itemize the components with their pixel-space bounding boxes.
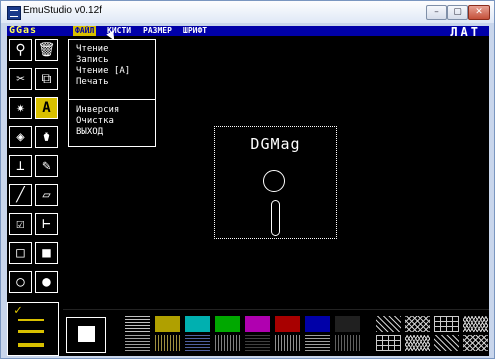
pattern-swatch-7[interactable] (305, 335, 330, 351)
menu-item-invert[interactable]: Инверсия (76, 106, 119, 115)
pattern-swatch-1[interactable] (125, 335, 150, 351)
magnifier-icon[interactable]: ⚲ (9, 39, 32, 61)
app-window: EmuStudio v0.12f – ▢ ✕ GGas ФАЙЛ КИСТИ Р… (0, 0, 495, 359)
color-swatch-3[interactable] (185, 316, 210, 332)
filled-circle-icon[interactable]: ● (35, 271, 58, 293)
title-bar: EmuStudio v0.12f – ▢ ✕ (1, 1, 494, 23)
disk-slot (271, 200, 280, 236)
disk-hub-circle (263, 170, 285, 192)
line-width-icon[interactable]: ⊢ (35, 213, 58, 235)
spray-icon[interactable]: ✷ (9, 97, 32, 119)
close-button[interactable]: ✕ (468, 5, 490, 20)
color-swatch-6[interactable] (275, 316, 300, 332)
color-swatch-5[interactable] (245, 316, 270, 332)
file-menu-dropdown: Чтение Запись Чтение [A] Печать Инверсия… (68, 39, 156, 147)
diagonal-pattern-icon-alt[interactable] (376, 335, 401, 351)
text-tool-icon[interactable]: A (35, 97, 58, 119)
language-indicator: ЛАТ (450, 26, 481, 39)
rectangle-icon[interactable]: □ (9, 242, 32, 264)
diagonal-pattern-icon[interactable] (376, 316, 401, 332)
eraser-icon[interactable]: ▱ (35, 184, 58, 206)
line-icon[interactable]: ╱ (9, 184, 32, 206)
color-swatch-7[interactable] (305, 316, 330, 332)
pattern-swatch-5[interactable] (245, 335, 270, 351)
menu-item-exit[interactable]: ВЫХОД (76, 128, 103, 137)
pattern-swatch-4[interactable] (215, 335, 240, 351)
toolbox: ✓ ⚲ 🗑 ✂ ⧉ ✷ A ◈ ⚱ ⊥ ✎ ╱ ▱ ☑ ⊢ □ ■ ○ ● (7, 38, 63, 356)
line-medium[interactable] (18, 330, 44, 333)
check-icon: ✓ (14, 303, 22, 318)
menu-item-read-a[interactable]: Чтение [A] (76, 67, 130, 76)
filled-rectangle-icon[interactable]: ■ (35, 242, 58, 264)
copy-icon[interactable]: ⧉ (35, 68, 58, 90)
menu-file[interactable]: ФАЙЛ (73, 26, 97, 36)
app-logo[interactable]: GGas (9, 26, 37, 36)
pattern-swatch-6[interactable] (275, 335, 300, 351)
brick-pattern-icon[interactable] (434, 316, 459, 332)
menu-item-clear[interactable]: Очистка (76, 117, 114, 126)
floppy-disk-drawing: DGMag (214, 126, 337, 239)
color-swatch-2[interactable] (155, 316, 180, 332)
scissors-icon[interactable]: ✂ (9, 68, 32, 90)
line-thin[interactable] (18, 319, 44, 321)
cross-pattern-icon-alt[interactable] (405, 335, 430, 351)
minimize-button[interactable]: – (426, 5, 447, 20)
color-swatch-4[interactable] (215, 316, 240, 332)
menu-size[interactable]: РАЗМЕР (143, 26, 172, 36)
brick-pattern-icon-alt[interactable] (434, 335, 459, 351)
stamp-icon[interactable]: ⊥ (9, 155, 32, 177)
trash-icon[interactable]: 🗑 (35, 39, 58, 61)
pattern-swatch-2[interactable] (155, 335, 180, 351)
color-swatch-1[interactable] (125, 316, 150, 332)
current-pattern-swatch (78, 326, 95, 342)
line-thick[interactable] (18, 343, 44, 347)
bottle-icon[interactable]: ⚱ (35, 126, 58, 148)
color-swatch-8[interactable] (335, 316, 360, 332)
menu-separator (69, 99, 155, 100)
window-title: EmuStudio v0.12f (23, 5, 102, 16)
app-icon (7, 6, 21, 20)
line-style-selector[interactable]: ✓ (7, 302, 59, 356)
pencil-icon[interactable]: ✎ (35, 155, 58, 177)
fill-bucket-icon[interactable]: ◈ (9, 126, 32, 148)
weave-pattern-icon-alt[interactable] (463, 335, 488, 351)
menu-font[interactable]: ШРИФТ (183, 26, 207, 36)
weave-pattern-icon[interactable] (463, 316, 488, 332)
menu-item-read[interactable]: Чтение (76, 45, 109, 54)
menu-item-write[interactable]: Запись (76, 56, 109, 65)
polygon-icon[interactable]: ☑ (9, 213, 32, 235)
menu-item-print[interactable]: Печать (76, 78, 109, 87)
pattern-swatch-8[interactable] (335, 335, 360, 351)
current-pattern-preview (66, 317, 106, 353)
emulator-screen: GGas ФАЙЛ КИСТИ РАЗМЕР ШРИФТ ЛАТ ✓ ⚲ 🗑 ✂ ⧉ ✷… (7, 26, 489, 356)
circle-icon[interactable]: ○ (9, 271, 32, 293)
maximize-button[interactable]: ▢ (447, 5, 468, 20)
pattern-palette (63, 309, 489, 356)
pattern-swatch-3[interactable] (185, 335, 210, 351)
disk-label: DGMag (250, 135, 301, 153)
cross-pattern-icon[interactable] (405, 316, 430, 332)
